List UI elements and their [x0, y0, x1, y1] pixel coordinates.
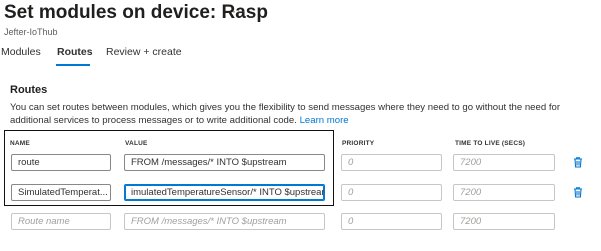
new-route-name-field[interactable]: Route name — [11, 213, 111, 230]
learn-more-link[interactable]: Learn more — [300, 115, 349, 126]
column-header-priority: PRIORITY — [342, 140, 375, 147]
tab-bar: Modules Routes Review + create — [0, 42, 601, 66]
new-route-value-field[interactable]: FROM /messages/* INTO $upstream — [124, 213, 325, 230]
annotation-highlight-box — [4, 130, 334, 206]
iot-hub-name: Jefter-IoThub — [4, 27, 58, 37]
active-tab-indicator — [56, 64, 90, 66]
routes-heading: Routes — [10, 84, 48, 96]
route-ttl-field[interactable]: 7200 — [453, 184, 555, 201]
more-options-icon[interactable]: ··· — [232, 4, 247, 18]
column-header-ttl: TIME TO LIVE (SECS) — [455, 140, 526, 147]
tab-routes[interactable]: Routes — [57, 46, 93, 58]
routes-description: You can set routes between modules, whic… — [10, 102, 595, 127]
route-priority-field[interactable]: 0 — [341, 184, 442, 201]
new-route-priority-field[interactable]: 0 — [341, 213, 442, 230]
delete-route-trash-icon[interactable] — [572, 156, 584, 168]
routes-description-text: You can set routes between modules, whic… — [10, 102, 561, 126]
page-title: Set modules on device: Rasp — [4, 2, 268, 23]
tab-modules[interactable]: Modules — [1, 46, 41, 58]
route-ttl-field[interactable]: 7200 — [453, 154, 555, 171]
new-route-ttl-field[interactable]: 7200 — [453, 213, 555, 230]
route-priority-field[interactable]: 0 — [341, 154, 442, 171]
delete-route-trash-icon[interactable] — [572, 186, 584, 198]
tab-review-create[interactable]: Review + create — [106, 46, 182, 58]
